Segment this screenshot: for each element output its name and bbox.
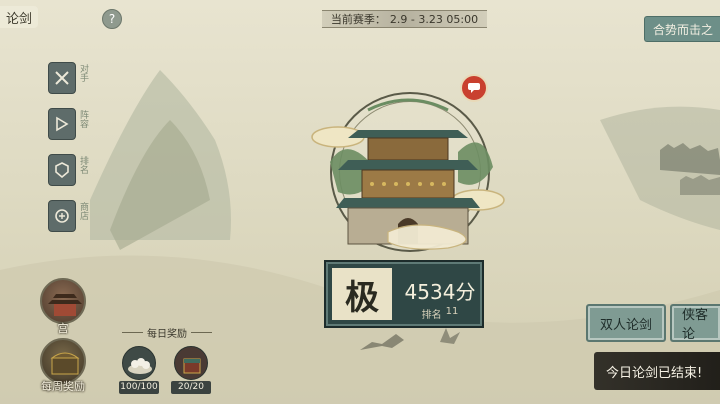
duel-ended-notice: 今日论剑已结束! — [594, 352, 720, 390]
flag-icon — [48, 108, 76, 140]
duo-duel-button[interactable]: 双人论剑 — [586, 304, 666, 342]
side-menu-label: 商店 — [78, 202, 88, 220]
season-range: 2.9 - 3.23 05:00 — [389, 12, 479, 26]
side-menu-item-ranking[interactable]: 排名 — [48, 154, 88, 190]
palace-label: 宫 — [57, 322, 69, 335]
daily-reward-count: 20/20 — [171, 381, 211, 394]
side-menu-label: 排名 — [78, 156, 88, 174]
daily-reward-title: 每日奖励 — [122, 325, 212, 340]
background-scene: 论剑 ? 当前赛季： 2.9 - 3.23 05:00 合势而击之 对手 阵容 … — [0, 0, 720, 404]
tier-text: 极 — [345, 277, 379, 318]
help-icon: ? — [108, 12, 116, 26]
help-button[interactable]: ? — [102, 9, 122, 29]
page-title-text: 论剑 — [6, 11, 33, 27]
synergy-button[interactable]: 合势而击之 — [644, 16, 720, 42]
treasure-box-icon — [183, 358, 201, 374]
weekly-reward-label: 每周奖励 — [41, 380, 85, 393]
food-plate-icon — [128, 358, 152, 374]
side-menu-item-opponent[interactable]: 对手 — [48, 62, 88, 98]
side-menu-item-lineup[interactable]: 阵容 — [48, 108, 88, 144]
page-title: 论剑 — [0, 6, 39, 28]
synergy-button-label: 合势而击之 — [653, 22, 714, 37]
guest-duel-button[interactable]: 侠客论 — [670, 304, 720, 342]
shop-icon — [48, 200, 76, 232]
pagoda-emblem[interactable] — [308, 92, 508, 262]
crossed-swords-icon — [48, 62, 76, 94]
rank-plaque: 极 4534分 排名 11 — [324, 260, 484, 328]
daily-reward-title-text: 每日奖励 — [147, 329, 187, 340]
season-label: 当前赛季： — [330, 13, 386, 26]
daily-reward-item-food[interactable] — [122, 346, 156, 380]
chat-bubble-icon[interactable] — [460, 74, 488, 102]
guest-duel-label: 侠客论 — [682, 308, 709, 342]
side-menu-item-shop[interactable]: 商店 — [48, 200, 88, 236]
rank-label: 排名 — [421, 310, 442, 321]
duel-ended-text: 今日论剑已结束! — [606, 365, 703, 381]
ranking-icon — [48, 154, 76, 186]
tier-badge: 极 — [332, 268, 392, 320]
side-menu-label: 对手 — [78, 64, 88, 82]
side-menu: 对手 阵容 排名 商店 — [48, 62, 88, 246]
divider — [191, 332, 212, 333]
divider — [122, 332, 143, 333]
daily-reward-count: 100/100 — [119, 381, 159, 394]
season-banner: 当前赛季： 2.9 - 3.23 05:00 — [322, 10, 487, 28]
score-value: 4534分 — [404, 280, 476, 304]
rank-value: 11 — [445, 306, 459, 317]
palace-button[interactable] — [40, 278, 86, 324]
side-menu-label: 阵容 — [78, 110, 88, 128]
duo-duel-label: 双人论剑 — [599, 317, 652, 333]
rank-line: 排名 11 — [400, 306, 480, 321]
daily-reward-item-box[interactable] — [174, 346, 208, 380]
